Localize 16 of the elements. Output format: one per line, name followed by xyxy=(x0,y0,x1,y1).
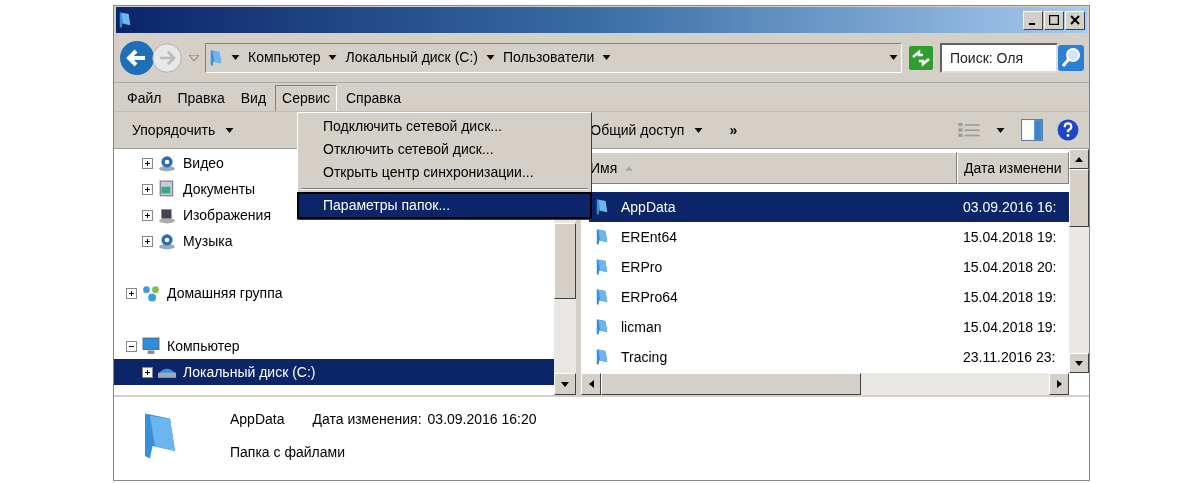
date-cell-text: 15.04.2018 19: xyxy=(963,287,1058,307)
date-cell-text: 15.04.2018 19: xyxy=(963,227,1058,247)
file-name: Tracing xyxy=(621,347,669,367)
file-name: AppData xyxy=(621,197,677,217)
file-name: ERPro xyxy=(621,257,664,277)
date-cell-text: 15.04.2018 19: xyxy=(963,317,1058,337)
date-cell-text: 23.11.2016 23: xyxy=(963,347,1057,367)
item-name: AppData xyxy=(230,410,285,429)
date-value: 03.09.2016 16:20 xyxy=(427,410,537,429)
date-cell-text: 15.04.2018 20: xyxy=(963,257,1058,277)
file-name: ERPro64 xyxy=(621,287,679,307)
file-name: EREnt64 xyxy=(621,227,679,247)
item-type: Папка с файлами xyxy=(230,443,346,462)
date-label: Дата изменения: xyxy=(312,410,422,429)
date-cell-text: 03.09.2016 16: xyxy=(963,197,1058,217)
file-name: licman xyxy=(621,317,663,337)
